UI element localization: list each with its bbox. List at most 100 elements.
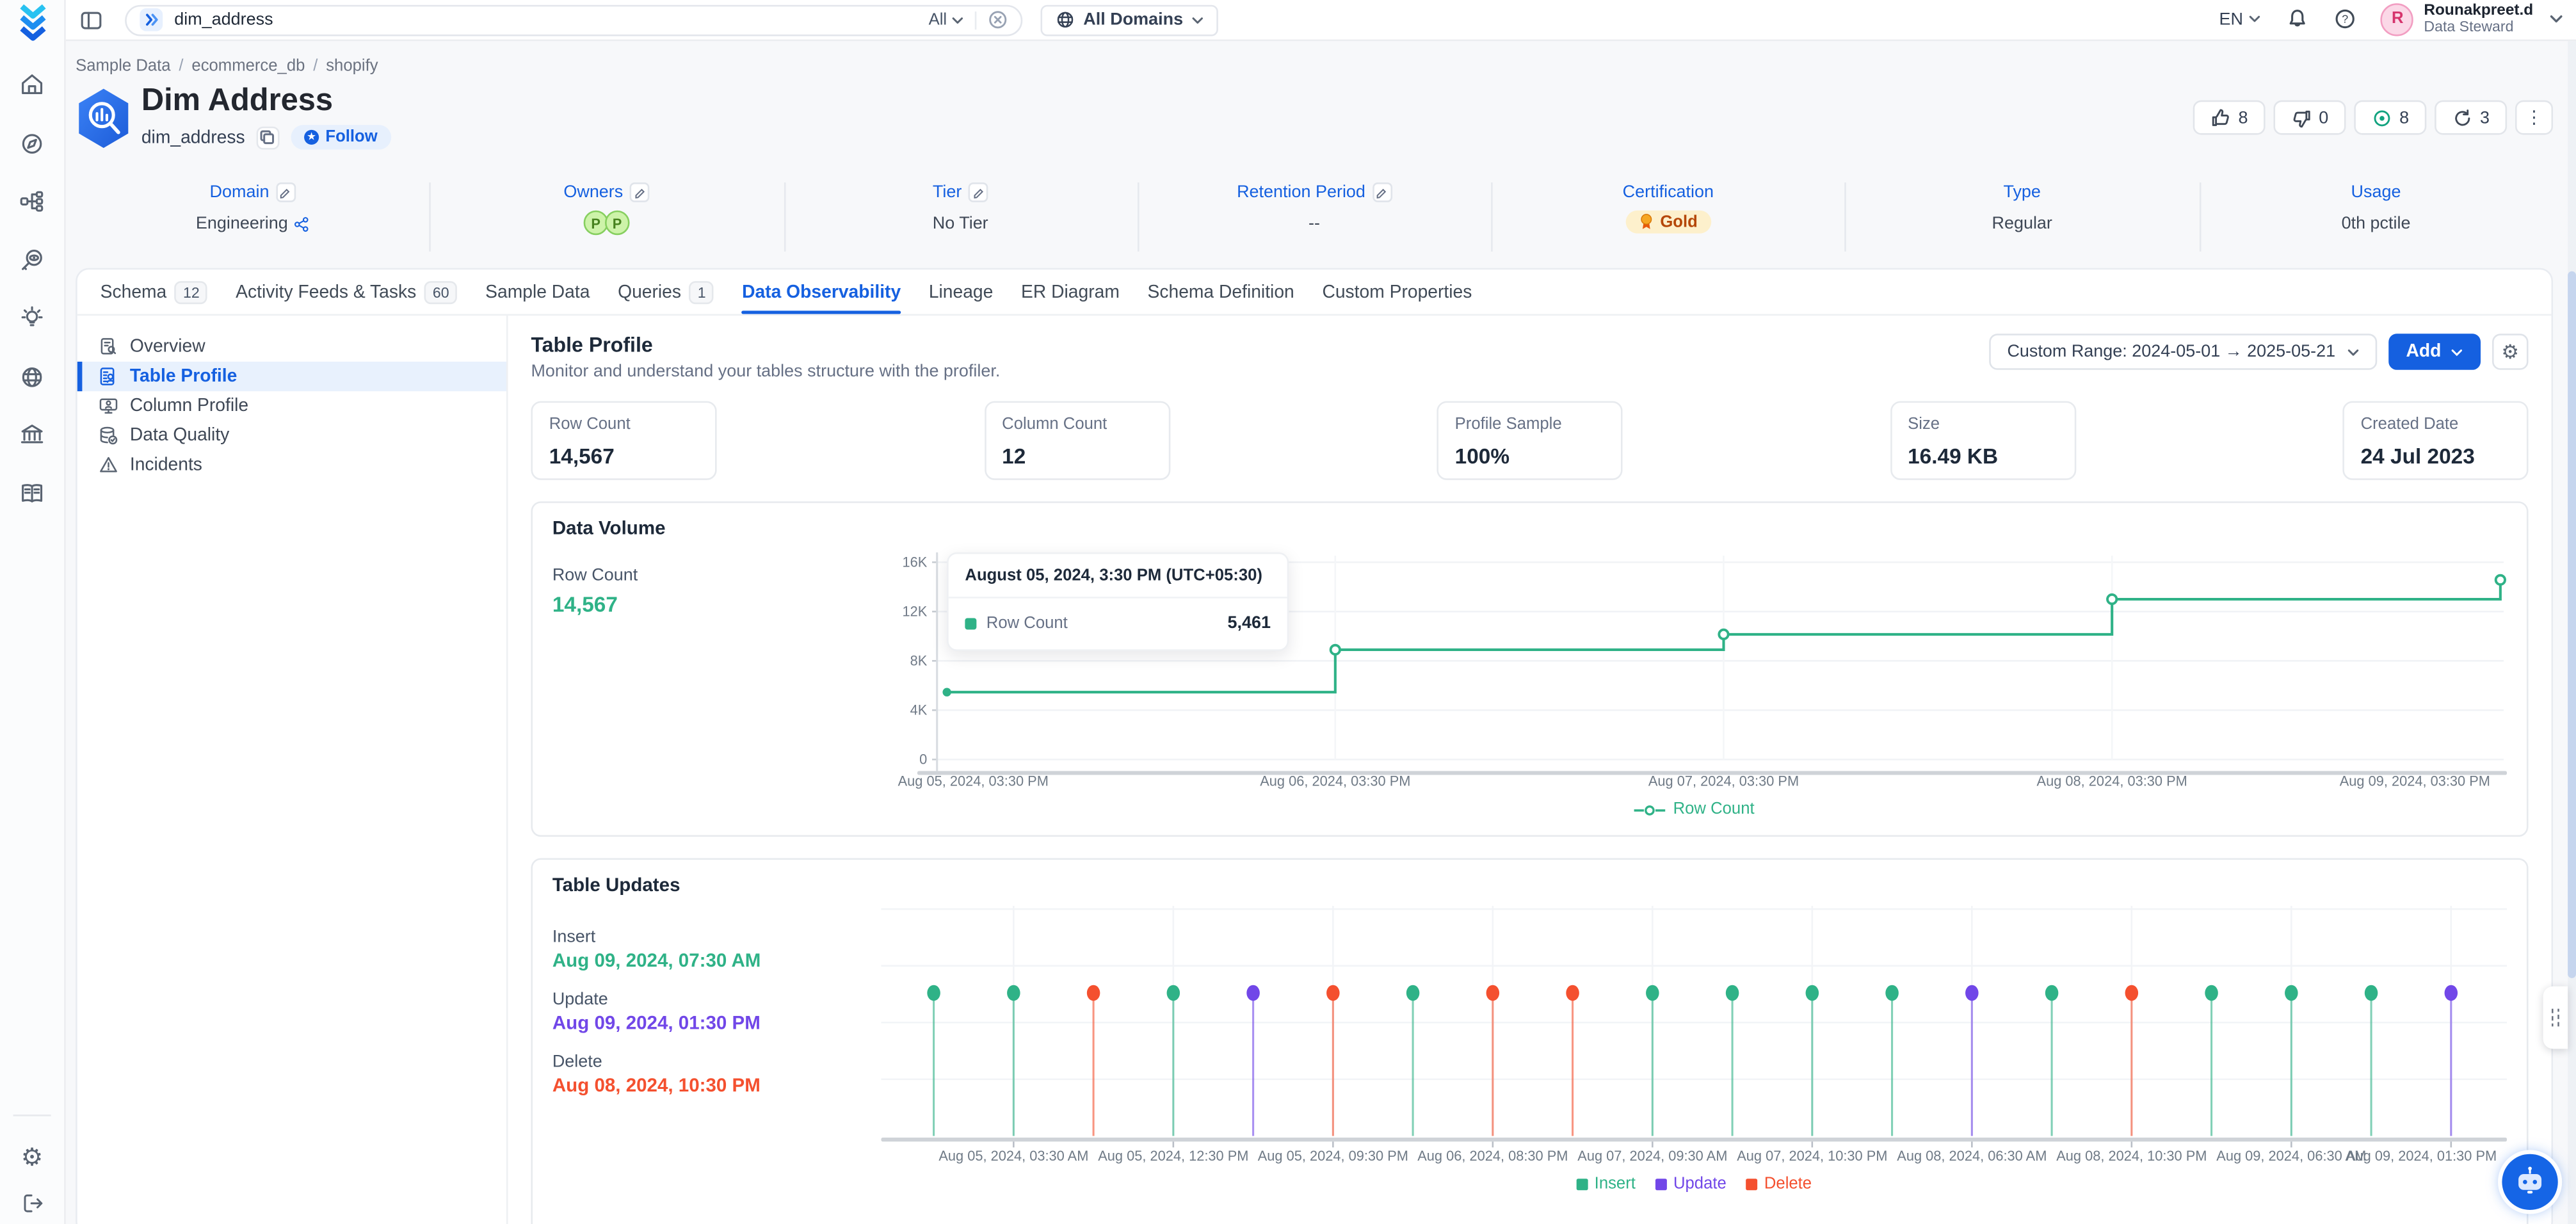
subnav-incidents[interactable]: Incidents (77, 451, 506, 480)
card-row-count: Row Count14,567 (531, 401, 716, 480)
column-profile-icon (99, 396, 118, 416)
profiler-settings-gear-icon[interactable]: ⚙ (2492, 334, 2528, 369)
tab-er-diagram[interactable]: ER Diagram (1021, 270, 1120, 314)
tab-queries[interactable]: Queries1 (618, 270, 714, 314)
legend-update[interactable]: Update (1655, 1175, 1727, 1193)
row-count-value: 14,567 (552, 592, 881, 616)
edit-tier-icon[interactable] (969, 182, 988, 202)
scrollbar (2568, 41, 2576, 1224)
observability-icon[interactable] (0, 231, 65, 289)
table-profile-main: Table Profile Monitor and understand you… (508, 316, 2551, 1224)
search-asset-icon (140, 8, 163, 31)
domains-globe-icon[interactable] (0, 348, 65, 406)
entity-metadata: Domain Engineering Owners P P Tier (76, 179, 2553, 252)
all-domains-button[interactable]: All Domains (1041, 4, 1218, 35)
search-clear-icon[interactable] (988, 10, 1008, 29)
tab-data-observability[interactable]: Data Observability (742, 270, 901, 314)
downvote-button[interactable]: 0 (2273, 101, 2346, 135)
updates-legend: Insert Update Delete (881, 1175, 2507, 1193)
sidebar-nav (0, 56, 64, 522)
breadcrumb-sample-data[interactable]: Sample Data (76, 58, 170, 76)
domain-link-icon (294, 216, 309, 231)
tab-sample-data[interactable]: Sample Data (485, 270, 590, 314)
medal-icon (1639, 214, 1654, 230)
tab-activity-feeds[interactable]: Activity Feeds & Tasks60 (236, 270, 457, 314)
subnav-column-profile[interactable]: Column Profile (77, 391, 506, 421)
insights-bulb-icon[interactable] (0, 289, 65, 348)
chevron-down-icon (2347, 348, 2358, 356)
robot-icon (2513, 1165, 2546, 1198)
assistant-chat-button[interactable] (2502, 1154, 2557, 1209)
table-updates-chart[interactable]: Aug 05, 2024, 03:30 AMAug 05, 2024, 12:3… (881, 906, 2507, 1166)
svg-text:8K: 8K (910, 653, 928, 669)
more-options-kebab-icon[interactable]: ⋮ (2515, 101, 2553, 135)
search-input[interactable] (174, 10, 928, 29)
settings-gear-icon[interactable]: ⚙ (0, 1145, 65, 1170)
tab-schema[interactable]: Schema12 (101, 270, 208, 314)
section-title: Table Profile (531, 334, 1000, 357)
svg-text:Aug 08, 2024, 10:30 PM: Aug 08, 2024, 10:30 PM (2056, 1148, 2207, 1164)
user-menu-chevron-icon[interactable] (2550, 15, 2563, 24)
follow-button[interactable]: ★ Follow (291, 125, 390, 150)
section-subtitle: Monitor and understand your tables struc… (531, 362, 1000, 382)
edit-retention-icon[interactable] (1372, 182, 1392, 202)
home-icon[interactable] (0, 56, 65, 114)
date-range-dropdown[interactable]: Custom Range: 2024-05-01 → 2025-05-21 (1989, 334, 2376, 369)
user-avatar[interactable]: R (2381, 3, 2414, 36)
row-count-legend[interactable]: Row Count (881, 801, 2507, 819)
subnav-data-quality[interactable]: Data Quality (77, 421, 506, 450)
svg-text:Aug 08, 2024, 06:30 AM: Aug 08, 2024, 06:30 AM (1897, 1148, 2047, 1164)
data-assets-tree-icon[interactable] (0, 173, 65, 231)
global-search[interactable]: All (125, 4, 1022, 35)
legend-delete[interactable]: Delete (1746, 1175, 1812, 1193)
sidebar-toggle-icon[interactable] (81, 9, 102, 30)
scrollbar-thumb[interactable] (2568, 271, 2576, 978)
page-title: Dim Address (141, 84, 333, 120)
help-icon[interactable]: ? (2335, 9, 2356, 30)
upvote-button[interactable]: 8 (2193, 101, 2266, 135)
edit-domain-icon[interactable] (276, 182, 296, 202)
legend-insert[interactable]: Insert (1576, 1175, 1635, 1193)
explore-compass-icon[interactable] (0, 114, 65, 172)
topbar: All All Domains EN ? R Rounakpreet.d Dat… (66, 0, 2576, 41)
svg-text:Aug 09, 2024, 03:30 PM: Aug 09, 2024, 03:30 PM (2340, 773, 2490, 789)
thumbs-down-icon (2291, 108, 2311, 127)
user-menu[interactable]: Rounakpreet.d Data Steward (2424, 3, 2533, 36)
card-profile-sample: Profile Sample100% (1437, 401, 1622, 480)
entity-panel: Schema12 Activity Feeds & Tasks60 Sample… (76, 268, 2553, 1224)
breadcrumb-schema[interactable]: shopify (326, 58, 378, 76)
entity-tabs: Schema12 Activity Feeds & Tasks60 Sample… (77, 270, 2552, 316)
subnav-table-profile[interactable]: Table Profile (77, 362, 506, 391)
sidebar-divider (13, 1115, 51, 1116)
health-button[interactable]: 8 (2354, 101, 2426, 135)
tab-lineage[interactable]: Lineage (929, 270, 994, 314)
notifications-bell-icon[interactable] (2287, 9, 2308, 30)
app-logo[interactable] (12, 3, 58, 41)
owner-avatar[interactable]: P (605, 211, 630, 236)
copy-icon[interactable] (257, 125, 280, 149)
page-content: Sample Data / ecommerce_db / shopify Dim… (66, 41, 2576, 1224)
governance-bank-icon[interactable] (0, 406, 65, 464)
logout-icon[interactable] (0, 1191, 65, 1214)
panel-resize-handle[interactable] (2543, 986, 2568, 1049)
breadcrumb-database[interactable]: ecommerce_db (191, 58, 305, 76)
summary-cards: Row Count14,567 Column Count12 Profile S… (531, 401, 2528, 480)
thumbs-up-icon (2210, 108, 2230, 127)
language-selector[interactable]: EN (2219, 10, 2261, 29)
add-button[interactable]: Add (2388, 334, 2481, 369)
svg-text:Aug 07, 2024, 03:30 PM: Aug 07, 2024, 03:30 PM (1648, 773, 1799, 789)
legend-swatch (965, 617, 976, 629)
search-scope-dropdown[interactable]: All (929, 11, 977, 29)
edit-owners-icon[interactable] (630, 182, 650, 202)
subnav-overview[interactable]: Overview (77, 332, 506, 362)
glossary-book-icon[interactable] (0, 464, 65, 522)
chevron-down-icon (2451, 348, 2463, 356)
tab-custom-properties[interactable]: Custom Properties (1322, 270, 1472, 314)
tab-schema-definition[interactable]: Schema Definition (1148, 270, 1294, 314)
meta-type: Type Regular (1845, 179, 2199, 252)
svg-text:?: ? (2342, 13, 2349, 26)
meta-tier: Tier No Tier (784, 179, 1138, 252)
versions-button[interactable]: 3 (2435, 101, 2507, 135)
svg-text:12K: 12K (903, 603, 928, 619)
insert-timestamp: Aug 09, 2024, 07:30 AM (552, 952, 881, 972)
